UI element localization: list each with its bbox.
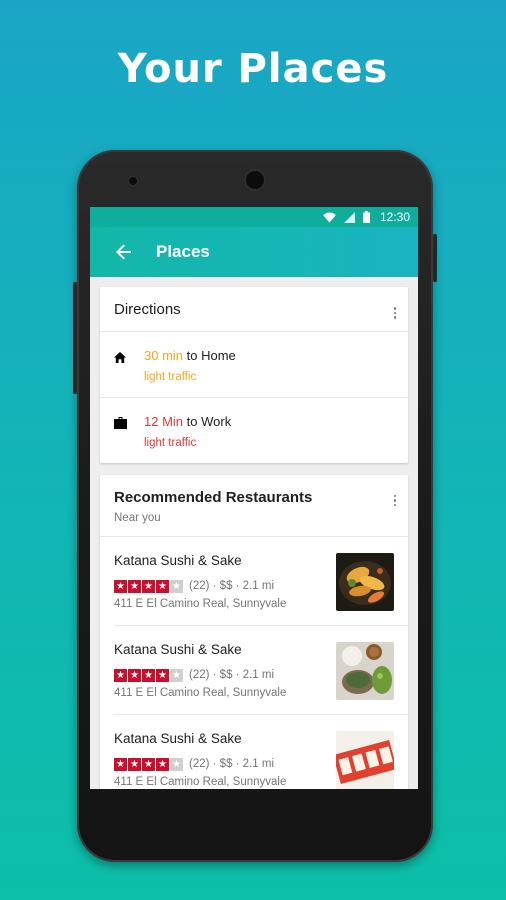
tempura-photo: [336, 552, 394, 611]
rating-line: ★ ★ ★ ★ ★ (22) · $$ · 2.1 mi: [114, 757, 286, 771]
rating-line: ★ ★ ★ ★ ★ (22) · $$ · 2.1 mi: [114, 668, 286, 682]
restaurant-name: Katana Sushi & Sake: [114, 730, 242, 746]
restaurant-meta: (22) · $$ · 2.1 mi: [189, 758, 274, 770]
direction-item-work[interactable]: 12 Min to Work light traffic: [100, 396, 408, 463]
restaurants-card: Recommended Restaurants Near you Katana …: [100, 474, 408, 790]
screen: 12:30 Places Directions 30 min to Home l…: [90, 207, 418, 789]
star-rating: ★ ★ ★ ★ ★: [114, 668, 183, 682]
star-empty-icon: ★: [170, 757, 183, 771]
star-icon: ★: [142, 757, 155, 771]
power-button: [433, 234, 437, 282]
directions-card: Directions 30 min to Home light traffic: [100, 287, 408, 463]
direction-destination: to Home: [186, 347, 236, 363]
headline: Your Places: [117, 46, 389, 92]
star-icon: ★: [128, 668, 141, 682]
volume-button: [73, 282, 77, 394]
sushi-roll-photo: [336, 730, 394, 789]
star-empty-icon: ★: [170, 579, 183, 593]
home-icon: [114, 348, 144, 383]
direction-duration: 30 min: [144, 347, 184, 363]
restaurant-item[interactable]: Katana Sushi & Sake ★ ★ ★ ★ ★ (22) · $$ …: [114, 713, 408, 790]
directions-title: Directions: [114, 301, 181, 318]
battery-icon: [362, 211, 370, 223]
wifi-icon: [323, 212, 336, 222]
star-rating: ★ ★ ★ ★ ★: [114, 757, 183, 771]
briefcase-icon: [114, 414, 144, 449]
restaurant-address: 411 E El Camino Real, Sunnyvale: [114, 597, 287, 610]
restaurants-title: Recommended Restaurants: [114, 488, 313, 506]
star-icon: ★: [128, 757, 141, 771]
restaurants-header: Recommended Restaurants Near you: [100, 475, 408, 537]
star-rating: ★ ★ ★ ★ ★: [114, 579, 183, 593]
more-vert-icon[interactable]: [390, 489, 400, 506]
direction-destination: to Work: [186, 413, 232, 429]
star-icon: ★: [156, 668, 169, 682]
star-icon: ★: [114, 579, 127, 593]
restaurant-address: 411 E El Camino Real, Sunnyvale: [114, 775, 287, 788]
traffic-status: light traffic: [144, 370, 197, 383]
more-vert-icon[interactable]: [390, 301, 400, 319]
star-icon: ★: [114, 668, 127, 682]
restaurant-item[interactable]: Katana Sushi & Sake ★ ★ ★ ★ ★ (22) · $$ …: [114, 624, 408, 714]
star-icon: ★: [142, 579, 155, 593]
restaurant-meta: (22) · $$ · 2.1 mi: [189, 669, 274, 681]
bento-photo: [336, 641, 394, 700]
restaurant-name: Katana Sushi & Sake: [114, 641, 242, 657]
direction-duration: 12 Min: [144, 413, 184, 429]
star-icon: ★: [156, 757, 169, 771]
star-empty-icon: ★: [170, 668, 183, 682]
traffic-status: light traffic: [144, 436, 197, 449]
front-camera-icon: [246, 171, 264, 189]
directions-header: Directions: [100, 287, 408, 332]
direction-item-home[interactable]: 30 min to Home light traffic: [100, 332, 408, 397]
star-icon: ★: [128, 579, 141, 593]
restaurant-meta: (22) · $$ · 2.1 mi: [189, 580, 274, 592]
sensor-icon: [129, 177, 137, 185]
star-icon: ★: [156, 579, 169, 593]
phone-frame: 12:30 Places Directions 30 min to Home l…: [73, 150, 437, 862]
restaurant-name: Katana Sushi & Sake: [114, 552, 242, 568]
star-icon: ★: [142, 668, 155, 682]
restaurant-address: 411 E El Camino Real, Sunnyvale: [114, 686, 287, 699]
star-icon: ★: [114, 757, 127, 771]
page-title: Places: [156, 242, 210, 261]
restaurant-item[interactable]: Katana Sushi & Sake ★ ★ ★ ★ ★ (22) · $$ …: [100, 537, 408, 625]
restaurants-subtitle: Near you: [114, 511, 161, 524]
signal-icon: [343, 211, 355, 223]
status-bar: 12:30: [90, 207, 418, 227]
rating-line: ★ ★ ★ ★ ★ (22) · $$ · 2.1 mi: [114, 579, 286, 593]
status-time: 12:30: [379, 210, 410, 224]
app-bar: Places: [90, 227, 418, 277]
direction-summary: 30 min to Home: [144, 348, 236, 363]
direction-summary: 12 Min to Work: [144, 414, 231, 429]
arrow-left-icon[interactable]: [116, 244, 156, 260]
